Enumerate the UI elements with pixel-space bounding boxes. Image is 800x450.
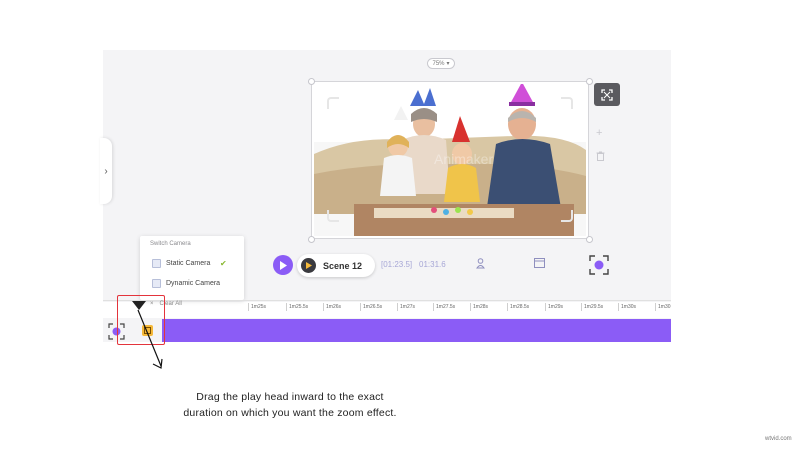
scene-player[interactable]: Scene 12: [297, 254, 375, 277]
grandparents-photo: Animaker: [314, 84, 586, 236]
total-duration: 01:31.6: [419, 260, 446, 269]
caret-down-icon: ▾: [446, 61, 450, 67]
camera-frame-corner: [327, 97, 339, 109]
play-icon: [280, 260, 287, 270]
menu-item-static-camera[interactable]: Static Camera: [152, 259, 210, 268]
fullscreen-button[interactable]: [594, 83, 620, 106]
scene-play-button[interactable]: [301, 258, 316, 273]
menu-item-dynamic-camera[interactable]: Dynamic Camera: [152, 279, 220, 288]
caption-line: duration on which you want the zoom effe…: [183, 407, 397, 419]
scene-label: Scene 12: [323, 260, 363, 271]
resize-handle[interactable]: [586, 78, 593, 85]
instruction-caption: Drag the play head inward to the exact d…: [150, 389, 430, 421]
camera-frame-corner: [327, 210, 339, 222]
switch-camera-menu: Switch Camera: [140, 236, 244, 300]
static-camera-icon: [152, 259, 161, 268]
play-icon: [305, 262, 312, 269]
menu-item-label: Dynamic Camera: [166, 280, 221, 287]
ruler-tick: 1m26s: [323, 303, 341, 311]
trash-icon[interactable]: [596, 151, 605, 164]
ruler-tick: 1m29s: [545, 303, 563, 311]
zoom-level-select[interactable]: 75% ▾: [427, 58, 455, 69]
scene-image[interactable]: Animaker: [314, 84, 586, 236]
zoom-level-value: 75%: [432, 60, 445, 67]
ruler-tick: 1m29.5s: [581, 303, 603, 311]
image-watermark: Animaker: [434, 151, 493, 167]
ruler-tick: 1m26.5s: [360, 303, 382, 311]
ruler-tick: 1m28s: [470, 303, 488, 311]
ruler-tick: 1m28.5s: [507, 303, 529, 311]
add-icon[interactable]: +: [596, 127, 602, 139]
site-watermark: wtvid.com: [765, 436, 792, 442]
ruler-tick: 1m30s: [618, 303, 636, 311]
camera-frame-corner: [561, 210, 573, 222]
left-panel-toggle[interactable]: ›: [100, 138, 112, 204]
camera-track-bar[interactable]: [162, 319, 671, 342]
focus-icon: [589, 255, 609, 275]
character-icon[interactable]: [476, 258, 485, 272]
ruler-tick: 1m25s: [248, 303, 266, 311]
resize-handle[interactable]: [308, 236, 315, 243]
scene-time-range: [01:23.5]: [381, 260, 413, 269]
checkmark-icon: ✔: [220, 259, 227, 268]
menu-item-label: Static Camera: [166, 260, 211, 267]
camera-zoom-toggle[interactable]: [589, 255, 609, 275]
background-icon[interactable]: [534, 258, 545, 271]
expand-icon: [601, 88, 613, 101]
ruler-tick: 1m25.5s: [286, 303, 308, 311]
resize-handle[interactable]: [586, 236, 593, 243]
camera-frame-corner: [561, 97, 573, 109]
arrow-annotation: [137, 309, 163, 369]
ruler-tick: 1m30: [655, 303, 671, 311]
ruler-tick: 1m27s: [397, 303, 415, 311]
chevron-right-icon: ›: [104, 165, 108, 177]
caption-line: Drag the play head inward to the exact: [196, 391, 384, 403]
ruler-tick: 1m27.5s: [433, 303, 455, 311]
menu-title: Switch Camera: [150, 241, 191, 247]
dynamic-camera-icon: [152, 279, 161, 288]
play-all-button[interactable]: [273, 255, 293, 275]
